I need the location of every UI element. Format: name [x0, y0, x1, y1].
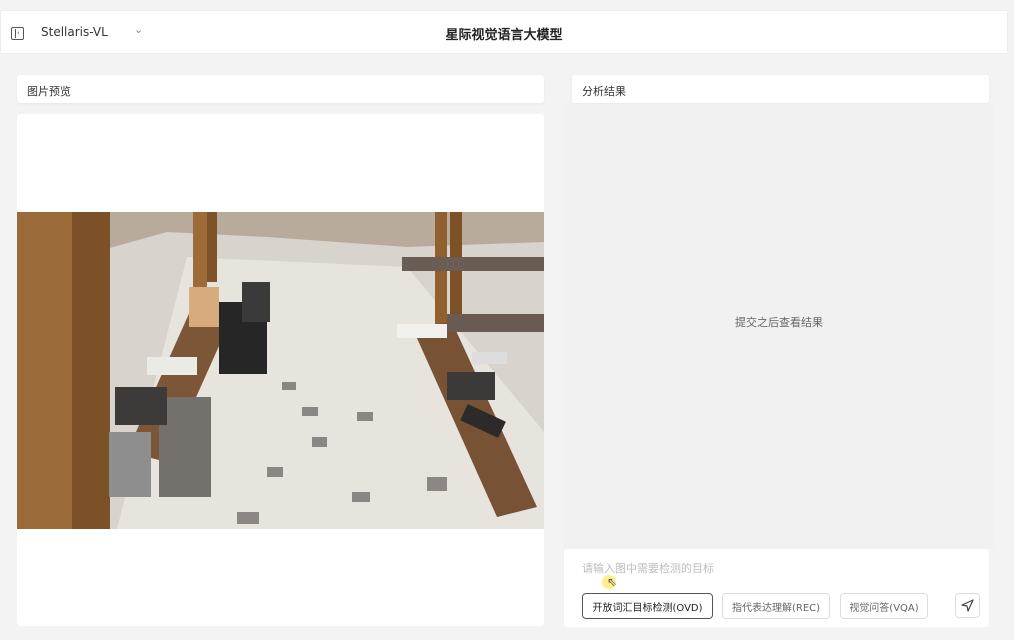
preview-image	[17, 212, 544, 529]
image-preview-header: 图片预览	[17, 75, 544, 103]
image-preview-title: 图片预览	[27, 85, 71, 98]
send-button[interactable]	[955, 593, 980, 618]
rec-mode-button[interactable]: 指代表达理解(REC)	[722, 593, 830, 619]
prompt-input[interactable]	[582, 559, 972, 577]
analysis-result-area: 提交之后查看结果	[564, 104, 994, 549]
send-icon	[961, 599, 974, 612]
top-bar: ‹ Stellaris-VL ⌄ 星际视觉语言大模型	[0, 10, 1008, 54]
analysis-result-title: 分析结果	[582, 85, 626, 98]
ovd-mode-button[interactable]: 开放词汇目标检测(OVD)	[582, 593, 713, 619]
empty-result-text: 提交之后查看结果	[735, 316, 823, 329]
app-title: 星际视觉语言大模型	[445, 28, 563, 43]
analysis-result-header: 分析结果	[572, 75, 989, 103]
image-preview-card	[17, 114, 544, 626]
mouse-cursor-icon: ⇖	[607, 575, 618, 589]
vqa-mode-button[interactable]: 视觉问答(VQA)	[840, 593, 928, 619]
